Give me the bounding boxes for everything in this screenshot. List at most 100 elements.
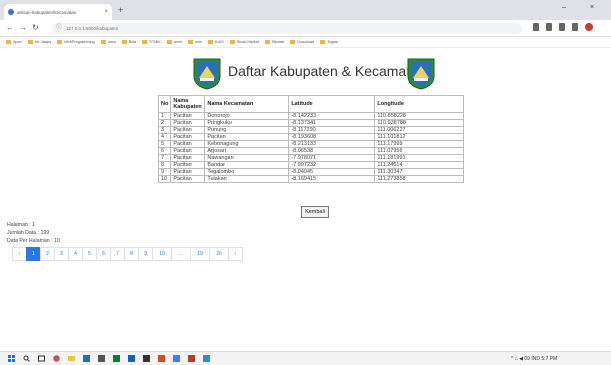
bookmark-item[interactable]: STMIK [142,40,161,44]
page-link[interactable]: 4 [68,247,83,261]
header-nama-kabupaten: Nama Kabupaten [170,95,206,113]
current-page-info: Halaman : 1 [7,222,35,228]
close-tab-icon[interactable]: × [104,9,108,15]
app-icon[interactable] [83,355,90,362]
system-tray[interactable]: ^ ⌂ ◀ 09 IND 5:? PM [511,355,557,363]
bookmark-item[interactable]: Mr. Jaaps [27,40,51,44]
cell-kecamatan: Pacitan [204,133,290,141]
bookmark-star-icon[interactable] [546,23,552,31]
folder-icon [57,40,63,44]
favicon-icon [8,9,14,15]
vscode-icon[interactable] [203,355,210,362]
bookmark-label: KUIS [214,40,224,44]
cell-kecamatan: Nawangan [204,154,290,162]
next-page-button[interactable]: › [228,247,243,261]
chrome-icon[interactable] [53,355,60,362]
table-row: 9 Pacitan Tegalombo -8.04945 111.30347 [157,168,464,176]
new-tab-button[interactable]: + [118,5,123,15]
cell-latitude: -7.978071 [288,154,376,162]
profile-avatar-icon[interactable] [585,23,593,31]
cell-kecamatan: Tulakan [204,175,290,183]
table-header-row: No Nama Kabupaten Nama Kecamatan Latitud… [157,95,464,113]
cell-longitude: 110.858228 [374,112,464,120]
forward-arrow-icon[interactable]: → [19,23,27,33]
bookmark-item[interactable]: Stock Market [229,40,259,44]
page-link[interactable]: 1 [26,247,41,261]
cell-longitude: 111.24614 [374,161,464,169]
bookmark-item[interactable]: mini [187,40,202,44]
bookmark-item[interactable]: Download [290,40,314,44]
cell-kecamatan: Kebonagung [204,140,290,148]
app-icon[interactable] [188,355,195,362]
prev-page-button[interactable]: ‹ [12,247,27,261]
page-link[interactable]: 20 [209,247,229,261]
page-link[interactable]: 3 [54,247,69,261]
cell-no: 10 [157,175,172,183]
kecamatan-table: No Nama Kabupaten Nama Kecamatan Latitud… [157,95,464,183]
bookmark-label: amis [173,40,182,44]
page-link[interactable]: 7 [110,247,125,261]
site-info-icon[interactable]: ⓘ [56,23,62,34]
cell-longitude: 110.938788 [374,119,464,127]
cell-no: 7 [157,154,172,162]
file-explorer-icon[interactable] [68,355,75,362]
page-link[interactable]: 2 [40,247,55,261]
reload-icon[interactable]: ↻ [32,23,39,33]
table-body: 1 Pacitan Donorojo -8.142233 110.858228 2 Paci… [157,112,464,183]
bookmark-label: Download [297,40,315,44]
close-window-icon[interactable]: × [590,4,594,12]
cell-no: 1 [157,112,172,120]
windows-start-icon[interactable] [8,355,15,362]
extension-icon[interactable] [572,23,578,31]
page-link[interactable]: 9 [138,247,153,261]
app-icon[interactable] [158,355,165,362]
cell-latitude: -7.997232 [288,161,376,169]
cell-kabupaten: Pacitan [170,133,206,141]
extension-icon[interactable] [533,23,539,31]
bookmark-item[interactable]: Java [100,40,116,44]
kembali-button[interactable]: Kembali [301,206,329,218]
bookmark-label: Stock Market [236,40,259,44]
cell-kabupaten: Pacitan [170,161,206,169]
bookmark-item[interactable]: Bola [121,40,136,44]
app-icon[interactable] [128,355,135,362]
cell-longitude: 111.273858 [374,175,464,183]
page-link[interactable]: 19 [190,247,210,261]
table-row: 5 Pacitan Kebonagung -8.213133 111.17999 [157,140,464,148]
app-icon[interactable] [143,355,150,362]
bookmark-item[interactable]: KUIS [207,40,224,44]
app-icon[interactable] [173,355,180,362]
minimize-icon[interactable]: ‒ [562,4,566,12]
search-icon[interactable] [23,355,30,362]
cell-kabupaten: Pacitan [170,168,206,176]
cell-kabupaten: Pacitan [170,147,206,155]
app-icon[interactable] [113,355,120,362]
cell-no: 2 [157,119,172,127]
cell-latitude: -8.04945 [288,168,376,176]
table-row: 7 Pacitan Nawangan -7.978071 111.181991 [157,154,464,162]
page-link[interactable]: 10 [152,247,172,261]
bookmark-item[interactable]: Apps [6,40,22,44]
page-link[interactable]: 8 [124,247,139,261]
bookmark-item[interactable]: WebProgramming [57,40,95,44]
folder-icon [100,40,106,44]
cell-kecamatan: Arjosari [204,147,290,155]
page-info: Halaman : 1 Jumlah Data : 199 Data Per H… [7,221,60,245]
bookmark-label: WebProgramming [64,40,95,44]
bookmark-item[interactable]: Riparat [264,40,284,44]
browser-tab[interactable]: artisan-kabupaten/kecamatan × [4,4,112,20]
extension-icon[interactable] [559,23,565,31]
bookmark-item[interactable]: Tugas [320,40,338,44]
cell-kabupaten: Pacitan [170,112,206,120]
page-link[interactable]: 6 [96,247,111,261]
back-arrow-icon[interactable]: ← [6,23,14,33]
page-link[interactable]: 5 [82,247,97,261]
cell-longitude: 111.17999 [374,140,464,148]
cell-latitude: -8.193608 [288,133,376,141]
app-icon[interactable] [98,355,105,362]
address-bar[interactable]: ⓘ 127.0.0.1:8000/kabupaten [52,23,522,34]
folder-icon [6,40,11,44]
task-view-icon[interactable] [38,355,45,362]
cell-no: 4 [157,133,172,141]
bookmark-item[interactable]: amis [166,40,182,44]
